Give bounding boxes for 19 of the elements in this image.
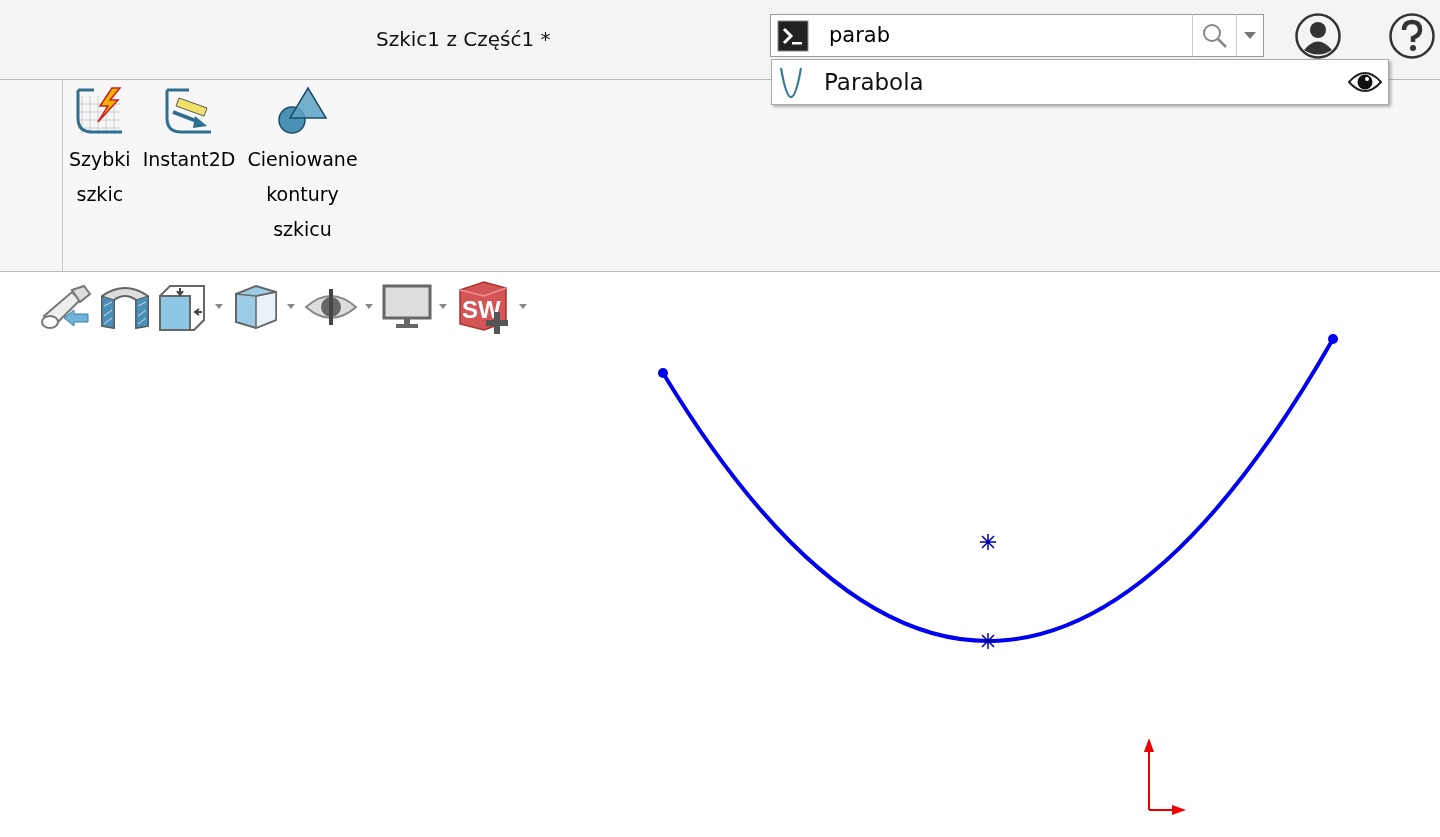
window-title: Szkic1 z Część1 * (376, 26, 551, 53)
parabola-icon (778, 66, 804, 98)
focus-point (979, 533, 997, 551)
eye-icon[interactable] (1348, 70, 1382, 94)
circle-triangle-icon (275, 86, 330, 136)
ribbon-button[interactable]: Cieniowane kontury szkicu (241, 80, 364, 271)
user-icon[interactable] (1295, 13, 1341, 59)
monitor-icon[interactable] (382, 284, 432, 330)
vertex-point (979, 632, 997, 650)
caret-icon (1244, 32, 1256, 39)
search-icon (1201, 22, 1228, 49)
cube-arrows-icon[interactable] (156, 282, 208, 332)
ribbon-button[interactable]: Szybki szkic (63, 80, 137, 271)
help-icon[interactable] (1389, 13, 1435, 59)
ribbon-button[interactable]: Instant2D (136, 80, 242, 271)
search-field[interactable]: parab (809, 14, 1192, 57)
search-button[interactable] (1192, 14, 1236, 57)
search-dropdown-button[interactable] (1236, 14, 1264, 57)
shaded-cube-icon[interactable] (232, 282, 280, 332)
